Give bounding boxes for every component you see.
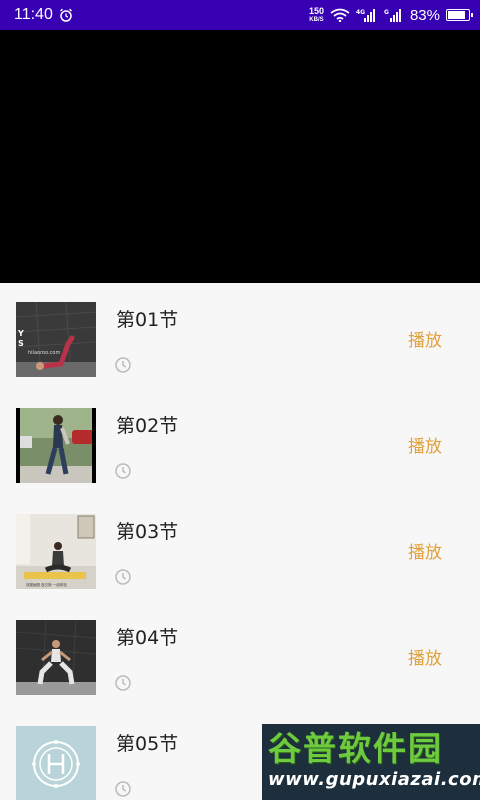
clock-icon [115, 569, 131, 585]
lesson-thumbnail [16, 408, 96, 483]
lesson-title: 第01节 [116, 309, 179, 331]
lesson-thumbnail [16, 726, 96, 800]
clock-icon [115, 675, 131, 691]
network-speed: 150 KB/S [308, 5, 324, 24]
svg-text:Y: Y [17, 329, 24, 338]
video-player[interactable] [0, 30, 480, 283]
battery-icon [446, 9, 473, 21]
lesson-list: Y S hilaoroo.com 第01节 播放 第02节 播放 双腿画圈 各交… [0, 283, 480, 800]
lesson-thumbnail [16, 620, 96, 695]
cellular-signal-icon-1: 4G [356, 9, 375, 22]
network-speed-unit: KB/S [309, 16, 324, 23]
wifi-icon [330, 8, 350, 22]
lesson-item[interactable]: 第04节 播放 [0, 601, 480, 707]
play-button[interactable]: 播放 [408, 644, 442, 669]
lesson-title: 第03节 [116, 521, 179, 543]
status-bar: 11:40 150 KB/S 4G G 83% [0, 0, 480, 30]
thumbnail-image-logo-emblem [16, 726, 96, 800]
cellular-signal-icon-2: G [384, 9, 401, 22]
thumbnail-image-woman-squat [16, 620, 96, 695]
lesson-item[interactable]: 第02节 播放 [0, 389, 480, 495]
network-type-label-1: 4G [356, 9, 365, 16]
battery-level-fill [448, 11, 465, 19]
lesson-title: 第04节 [116, 627, 179, 649]
play-button[interactable]: 播放 [408, 538, 442, 563]
network-type-label-2: G [384, 9, 389, 16]
lesson-thumbnail: 双腿画圈 各交换 一组体验 [16, 514, 96, 589]
thumbnail-image-woman-leg-stretch: Y S hilaoroo.com [16, 302, 96, 377]
clock-icon [115, 463, 131, 479]
clock-icon [115, 781, 131, 797]
svg-text:S: S [18, 339, 24, 348]
status-time: 11:40 [14, 6, 53, 23]
alarm-clock-icon [59, 8, 72, 22]
battery-percent: 83% [409, 6, 440, 24]
lesson-item[interactable]: Y S hilaoroo.com 第01节 播放 [0, 283, 480, 389]
svg-text:双腿画圈 各交换 一组体验: 双腿画圈 各交换 一组体验 [26, 582, 67, 587]
watermark-site-name: 谷普软件园 [268, 729, 443, 768]
lesson-title: 第02节 [116, 415, 179, 437]
thumbnail-image-woman-walking [16, 408, 96, 483]
play-button[interactable]: 播放 [408, 432, 442, 457]
watermark-url: www.gupuxiazai.com [268, 769, 480, 790]
svg-text:hilaoroo.com: hilaoroo.com [28, 350, 60, 356]
lesson-thumbnail: Y S hilaoroo.com [16, 302, 96, 377]
play-button[interactable]: 播放 [408, 326, 442, 351]
lesson-title: 第05节 [116, 733, 179, 755]
clock-icon [115, 357, 131, 373]
thumbnail-image-woman-seated: 双腿画圈 各交换 一组体验 [16, 514, 96, 589]
site-watermark: 谷普软件园 www.gupuxiazai.com [262, 724, 480, 800]
lesson-item[interactable]: 双腿画圈 各交换 一组体验 第03节 播放 [0, 495, 480, 601]
network-speed-value: 150 [308, 5, 324, 16]
status-right: 150 KB/S 4G G 83% [308, 5, 473, 24]
